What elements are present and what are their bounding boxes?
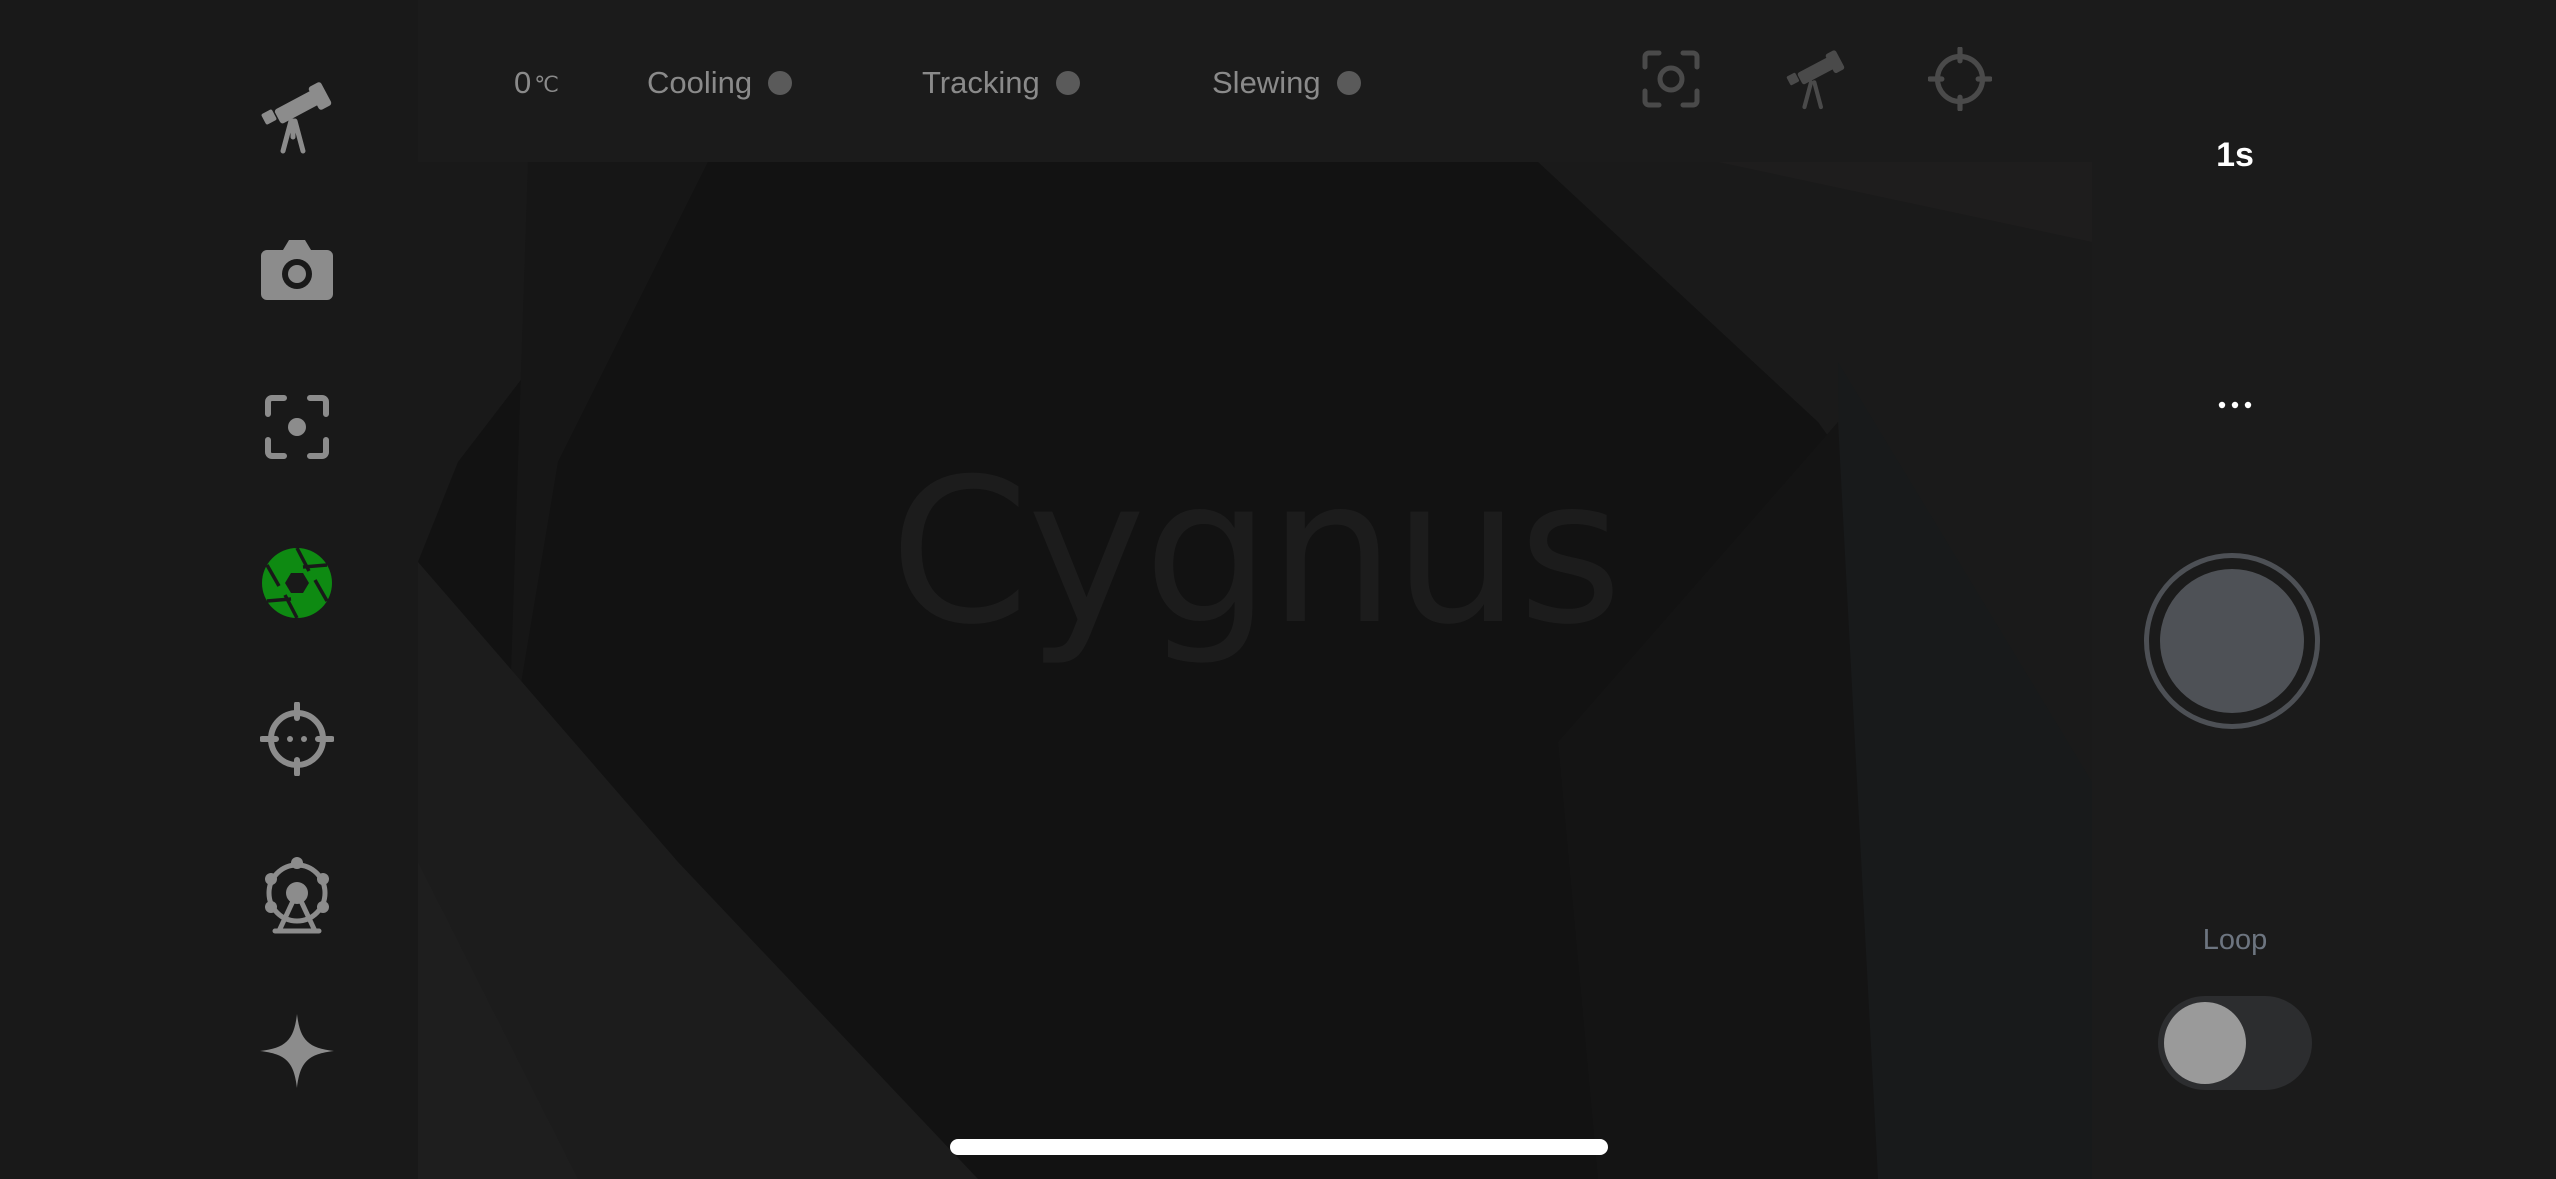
sidebar-item-capture[interactable] — [250, 536, 344, 630]
home-indicator[interactable] — [950, 1139, 1608, 1155]
top-telescope-button[interactable] — [1777, 42, 1855, 120]
telescope-icon — [1783, 46, 1849, 117]
shutter-button-inner — [2160, 569, 2304, 713]
sidebar-item-mount-control[interactable] — [250, 848, 344, 942]
loop-label: Loop — [2202, 924, 2268, 956]
tracking-label: Tracking — [922, 65, 1040, 100]
slewing-indicator — [1336, 71, 1361, 95]
sidebar-item-focus[interactable] — [250, 380, 344, 474]
sidebar-item-guide[interactable] — [250, 692, 344, 786]
image-preview[interactable]: Cygnus — [418, 162, 2092, 1179]
status-bar: 0 ℃ Cooling Tracking Slewing — [418, 0, 2092, 162]
loop-toggle-knob — [2164, 1002, 2246, 1084]
slewing-status: Slewing — [1212, 58, 1361, 108]
slewing-label: Slewing — [1212, 65, 1321, 100]
preview-background — [418, 162, 2092, 1179]
telescope-icon — [257, 77, 337, 157]
capture-panel: 1s Loop — [2092, 0, 2556, 1179]
top-crosshair-button[interactable] — [1921, 42, 1999, 120]
exposure-time-button[interactable]: 1s — [2092, 136, 2378, 175]
sidebar — [0, 0, 418, 1179]
crosshair-icon — [260, 702, 334, 776]
shutter-button[interactable] — [2144, 553, 2320, 729]
loop-toggle[interactable] — [2158, 996, 2312, 1090]
temperature-readout: 0 ℃ — [514, 58, 559, 108]
aperture-icon — [261, 547, 333, 619]
tracking-status: Tracking — [922, 58, 1080, 108]
cooling-status: Cooling — [647, 58, 793, 108]
sidebar-item-telescope[interactable] — [250, 70, 344, 164]
temperature-unit: ℃ — [534, 72, 559, 97]
crosshair-icon — [1927, 45, 1993, 116]
sidebar-item-camera[interactable] — [250, 222, 344, 316]
tracking-indicator — [1055, 71, 1080, 95]
focus-icon — [1641, 49, 1701, 114]
ferris-wheel-icon — [259, 855, 335, 935]
camera-icon — [261, 236, 333, 302]
top-focus-button[interactable] — [1632, 42, 1710, 120]
app-root: 0 ℃ Cooling Tracking Slewing Cygnus 1s L… — [0, 0, 2556, 1179]
cooling-indicator — [768, 71, 793, 95]
more-icon — [2218, 396, 2252, 414]
star-icon — [258, 1012, 336, 1090]
more-options-button[interactable] — [2195, 370, 2275, 440]
sidebar-item-star[interactable] — [250, 1004, 344, 1098]
temperature-value: 0 — [514, 65, 532, 100]
cooling-label: Cooling — [647, 65, 753, 100]
focus-icon — [264, 394, 330, 460]
